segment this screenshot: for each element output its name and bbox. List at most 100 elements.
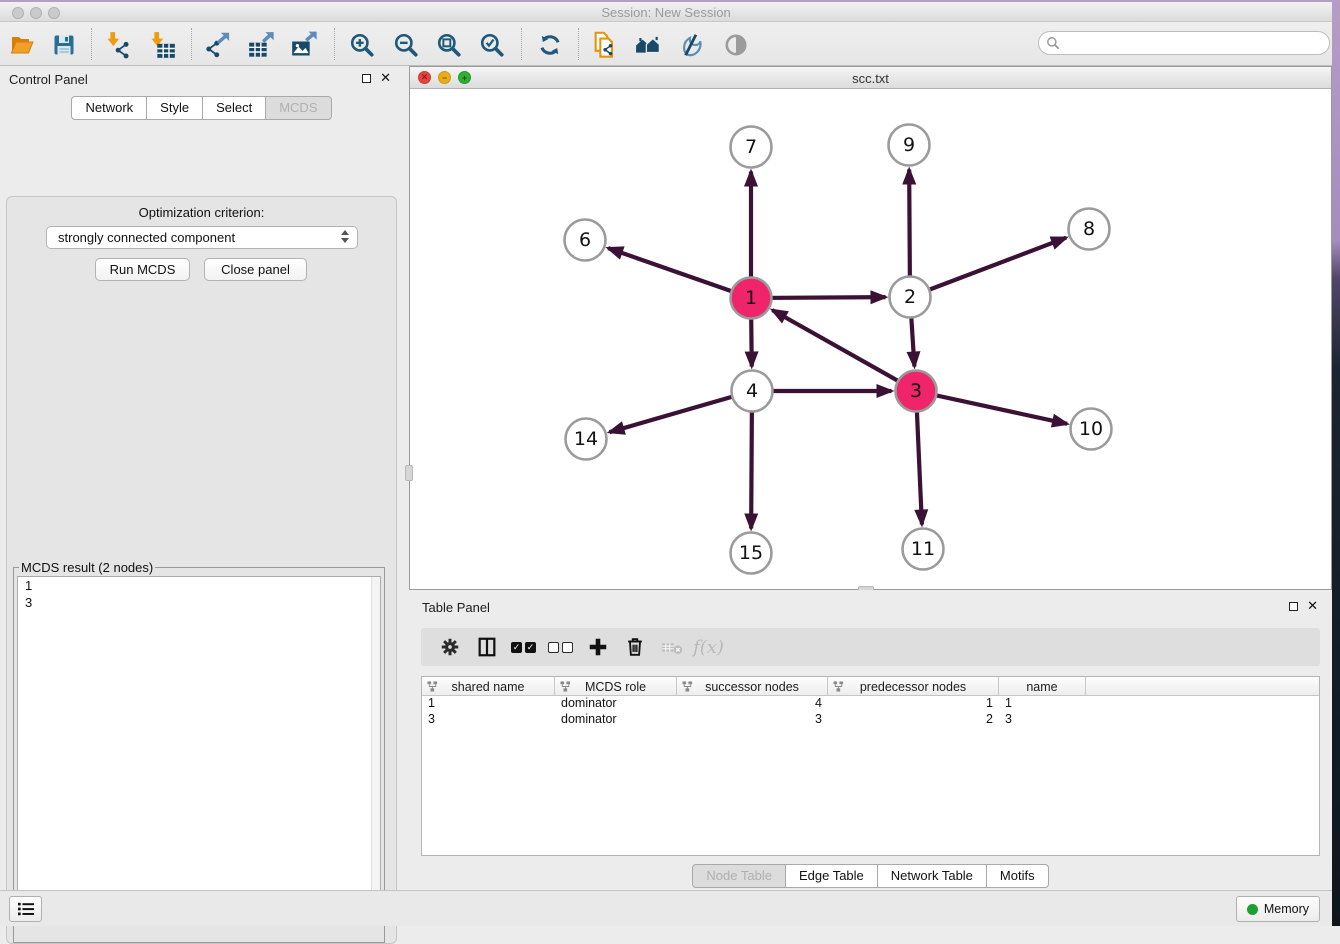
delete-column-icon[interactable]	[616, 636, 653, 658]
float-panel-icon[interactable]	[362, 74, 371, 83]
home-icon[interactable]	[633, 30, 663, 60]
tab-network[interactable]: Network	[71, 96, 147, 120]
network-window-title: scc.txt	[410, 71, 1331, 86]
graph-edge-3-1[interactable]	[772, 310, 916, 391]
graph-edge-3-10[interactable]	[916, 391, 1067, 424]
cell-name[interactable]: 3	[999, 712, 1086, 728]
toolbar-separator	[334, 28, 335, 60]
zoom-fit-icon[interactable]	[434, 30, 464, 60]
table-panel-title: Table Panel	[422, 600, 490, 615]
float-panel-icon[interactable]	[1289, 602, 1298, 611]
column-settings-gear-icon[interactable]	[431, 636, 468, 658]
table-panel-header: Table Panel ✕	[409, 590, 1332, 620]
cell-shared-name[interactable]: 1	[422, 696, 555, 712]
select-all-checkboxes-icon[interactable]: ✓✓	[505, 642, 542, 653]
duplicate-network-icon[interactable]	[590, 30, 620, 60]
result-scrollbar[interactable]	[371, 577, 380, 923]
graph-node-label: 6	[579, 229, 591, 251]
mcds-panel: Optimization criterion: strongly connect…	[6, 196, 397, 944]
memory-label: Memory	[1264, 902, 1309, 916]
delete-table-icon[interactable]	[653, 636, 690, 658]
column-header-predecessor-nodes[interactable]: predecessor nodes	[828, 677, 999, 696]
paint-style-icon[interactable]	[676, 30, 706, 60]
cell-predecessor-nodes[interactable]: 2	[828, 712, 999, 728]
zoom-in-icon[interactable]	[347, 30, 377, 60]
run-mcds-button[interactable]: Run MCDS	[95, 258, 190, 281]
table-row[interactable]: 1 dominator 4 1 1	[422, 696, 1319, 712]
graph-node-label: 3	[910, 380, 922, 402]
status-bar: Memory	[0, 890, 1332, 926]
graph-node-label: 11	[911, 538, 935, 560]
tab-edge-table[interactable]: Edge Table	[785, 864, 878, 888]
search-box[interactable]	[1038, 31, 1330, 55]
hierarchy-icon	[833, 681, 844, 692]
main-toolbar	[0, 22, 1332, 66]
column-browser-icon[interactable]	[468, 636, 505, 658]
node-table: shared name MCDS role successor nodes pr…	[421, 676, 1320, 856]
tab-select[interactable]: Select	[202, 96, 266, 120]
zoom-out-icon[interactable]	[391, 30, 421, 60]
eye-icon[interactable]	[721, 30, 751, 60]
column-header-successor-nodes[interactable]: successor nodes	[677, 677, 828, 696]
desktop-wallpaper	[1332, 0, 1340, 926]
function-builder-icon[interactable]: f(x)	[690, 637, 727, 658]
optimization-criterion-label: Optimization criterion:	[7, 205, 396, 220]
tab-style[interactable]: Style	[146, 96, 203, 120]
deselect-all-checkboxes-icon[interactable]	[542, 642, 579, 653]
column-header-name[interactable]: name	[999, 677, 1086, 696]
tab-motifs[interactable]: Motifs	[986, 864, 1049, 888]
export-table-icon[interactable]	[247, 30, 277, 60]
toolbar-separator	[578, 28, 579, 60]
table-panel: Table Panel ✕ ✓✓	[409, 590, 1332, 890]
save-session-icon[interactable]	[49, 30, 79, 60]
cell-mcds-role[interactable]: dominator	[555, 712, 677, 728]
cell-predecessor-nodes[interactable]: 1	[828, 696, 999, 712]
close-panel-icon[interactable]: ✕	[380, 73, 391, 83]
control-panel-tabs: Network Style Select MCDS	[0, 96, 403, 120]
result-node: 1	[18, 577, 380, 594]
import-network-icon[interactable]	[103, 30, 133, 60]
cell-shared-name[interactable]: 3	[422, 712, 555, 728]
graph-node-label: 2	[904, 286, 916, 308]
memory-button[interactable]: Memory	[1236, 896, 1320, 922]
vertical-splitter-grip[interactable]	[405, 465, 413, 481]
add-column-icon[interactable]	[579, 636, 616, 658]
tab-node-table[interactable]: Node Table	[692, 864, 786, 888]
close-panel-icon[interactable]: ✕	[1307, 601, 1318, 611]
table-toolbar: ✓✓ f(x)	[421, 628, 1320, 666]
table-header-row: shared name MCDS role successor nodes pr…	[422, 677, 1319, 696]
zoom-selected-icon[interactable]	[477, 30, 507, 60]
network-canvas[interactable]: 7968124314101511	[410, 89, 1331, 589]
table-tabs: Node Table Edge Table Network Table Moti…	[409, 864, 1332, 888]
cell-name[interactable]: 1	[999, 696, 1086, 712]
mcds-result-list[interactable]: 1 3	[17, 576, 381, 924]
window-title: Session: New Session	[0, 5, 1332, 20]
graph-edge-4-14[interactable]	[610, 391, 752, 432]
table-row[interactable]: 3 dominator 3 2 3	[422, 712, 1319, 728]
tab-network-table[interactable]: Network Table	[877, 864, 987, 888]
tab-mcds[interactable]: MCDS	[265, 96, 331, 120]
open-session-icon[interactable]	[7, 30, 37, 60]
application-window: Session: New Session	[0, 0, 1340, 926]
criterion-dropdown[interactable]: strongly connected component	[46, 226, 358, 249]
cell-successor-nodes[interactable]: 4	[677, 696, 828, 712]
column-header-mcds-role[interactable]: MCDS role	[555, 677, 677, 696]
graph-node-label: 14	[574, 428, 598, 450]
toolbar-separator	[91, 28, 92, 60]
graph-edge-1-6[interactable]	[608, 248, 751, 298]
graph-edge-2-8[interactable]	[910, 238, 1066, 297]
network-window-titlebar[interactable]: ✕ − + scc.txt	[410, 67, 1331, 89]
cell-mcds-role[interactable]: dominator	[555, 696, 677, 712]
window-titlebar: Session: New Session	[0, 0, 1332, 22]
search-input[interactable]	[1060, 34, 1329, 52]
column-header-shared-name[interactable]: shared name	[422, 677, 555, 696]
graph-node-label: 15	[739, 542, 763, 564]
refresh-view-icon[interactable]	[535, 30, 565, 60]
graph-node-label: 10	[1079, 418, 1103, 440]
import-table-icon[interactable]	[147, 30, 177, 60]
export-network-icon[interactable]	[203, 30, 233, 60]
export-image-icon[interactable]	[290, 30, 320, 60]
task-history-button[interactable]	[9, 896, 42, 922]
cell-successor-nodes[interactable]: 3	[677, 712, 828, 728]
close-panel-button[interactable]: Close panel	[204, 258, 307, 281]
